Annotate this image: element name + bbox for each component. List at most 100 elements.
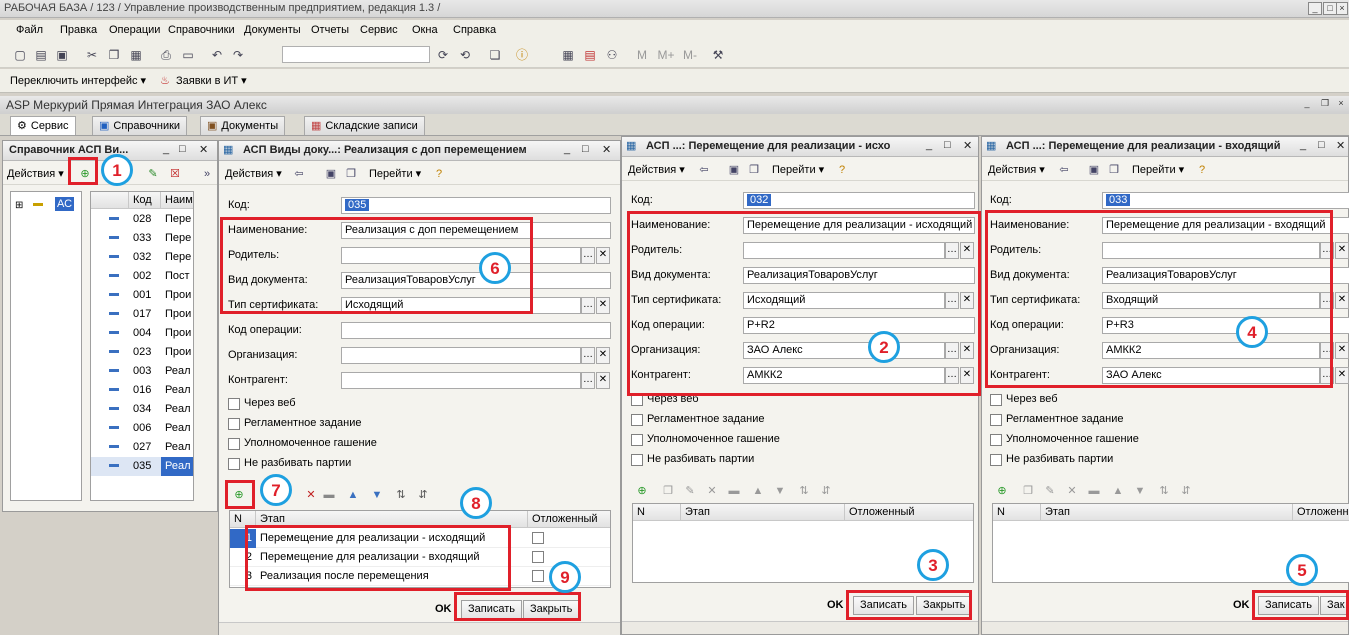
field-code[interactable]: 032: [743, 192, 975, 209]
table-row[interactable]: 028 Пере: [91, 210, 193, 229]
panel2-minimize-icon[interactable]: _: [564, 143, 570, 155]
panel2-actions-button[interactable]: Действия ▾: [225, 167, 282, 180]
panel4-close-icon[interactable]: ✕: [1336, 139, 1345, 152]
sort-asc-icon[interactable]: ⇅: [796, 483, 812, 499]
delete-row-icon[interactable]: ✕: [704, 483, 720, 499]
select-button[interactable]: …: [581, 247, 595, 264]
tab-documents[interactable]: ▣ Документы: [200, 116, 286, 135]
clear-icon[interactable]: ✕: [596, 347, 610, 364]
app-minimize-icon[interactable]: _: [1300, 98, 1314, 111]
delete-row-icon[interactable]: ✕: [1064, 483, 1080, 499]
sort-asc-icon[interactable]: ⇅: [1156, 483, 1172, 499]
copy-row-icon[interactable]: ❐: [1020, 483, 1036, 499]
panel2-goto-button[interactable]: Перейти ▾: [369, 167, 421, 180]
cut-icon[interactable]: ✂: [84, 47, 100, 63]
select-button[interactable]: …: [1320, 242, 1334, 259]
move-up-icon[interactable]: ▲: [750, 483, 766, 499]
panel3-close-button[interactable]: Закрыть: [916, 596, 973, 615]
sort-desc-icon[interactable]: ⇵: [818, 483, 834, 499]
paste-icon[interactable]: ▦: [128, 47, 144, 63]
menu-windows[interactable]: Окна: [412, 24, 438, 36]
new-document-icon[interactable]: ▢: [12, 47, 28, 63]
move-up-icon[interactable]: ▲: [1110, 483, 1126, 499]
field-org[interactable]: АМКК2: [1102, 342, 1320, 359]
delete-icon[interactable]: ☒: [167, 166, 183, 182]
stages-header-deferred[interactable]: Отложенный: [528, 511, 610, 528]
end-edit-icon[interactable]: ▬: [321, 487, 337, 503]
field-parent[interactable]: [743, 242, 945, 259]
end-edit-icon[interactable]: ▬: [726, 483, 742, 499]
field-org[interactable]: ЗАО Алекс: [743, 342, 945, 359]
menu-help[interactable]: Справка: [453, 24, 496, 36]
menu-reports[interactable]: Отчеты: [311, 24, 349, 36]
edit-pencil-icon[interactable]: ✎: [145, 166, 161, 182]
panel2-save-button[interactable]: Записать: [461, 600, 523, 619]
clear-icon[interactable]: ✕: [960, 242, 974, 259]
stages-header-n[interactable]: N: [230, 511, 256, 528]
select-button[interactable]: …: [581, 372, 595, 389]
field-contractor[interactable]: ЗАО Алекс: [1102, 367, 1320, 384]
panel3-maximize-icon[interactable]: □: [944, 139, 951, 151]
menu-documents[interactable]: Документы: [244, 24, 301, 36]
field-parent[interactable]: [1102, 242, 1320, 259]
move-down-icon[interactable]: ▼: [772, 483, 788, 499]
table-row[interactable]: 034 Реал: [91, 400, 193, 419]
select-button[interactable]: …: [1320, 292, 1334, 309]
panel4-actions-button[interactable]: Действия ▾: [988, 163, 1045, 176]
field-code[interactable]: 035: [341, 197, 611, 214]
copy-row-icon[interactable]: ❐: [660, 483, 676, 499]
save-close-icon[interactable]: ⇦: [1056, 162, 1072, 178]
field-cert-type[interactable]: Исходящий: [743, 292, 945, 309]
table-row[interactable]: 1 Перемещение для реализации - исходящий: [230, 529, 610, 548]
sort-desc-icon[interactable]: ⇵: [1178, 483, 1194, 499]
help-icon[interactable]: ?: [1194, 162, 1210, 178]
checkbox[interactable]: [631, 414, 643, 426]
clear-icon[interactable]: ✕: [1335, 242, 1349, 259]
checkbox[interactable]: [228, 438, 240, 450]
select-button[interactable]: …: [581, 297, 595, 314]
field-code[interactable]: 033: [1102, 192, 1349, 209]
stages-header-deferred[interactable]: Отложенный: [1293, 504, 1349, 521]
table-row[interactable]: 001 Прои: [91, 286, 193, 305]
clear-icon[interactable]: ✕: [1335, 292, 1349, 309]
field-contractor[interactable]: АМКК2: [743, 367, 945, 384]
checkbox[interactable]: [228, 398, 240, 410]
grid-header-name[interactable]: Наим: [161, 192, 193, 209]
panel3-close-icon[interactable]: ✕: [963, 139, 972, 152]
move-down-icon[interactable]: ▼: [369, 487, 385, 503]
field-contractor[interactable]: [341, 372, 581, 389]
help-icon[interactable]: ?: [431, 166, 447, 182]
panel3-save-button[interactable]: Записать: [853, 596, 915, 615]
tools-icon[interactable]: ⚒: [710, 47, 726, 63]
field-doc-type[interactable]: РеализацияТоваровУслуг: [743, 267, 975, 284]
save-icon[interactable]: ▣: [323, 166, 339, 182]
deferred-checkbox[interactable]: [532, 570, 544, 582]
field-name[interactable]: Перемещение для реализации - входящий: [1102, 217, 1349, 234]
table-row[interactable]: 003 Реал: [91, 362, 193, 381]
print-icon[interactable]: ⎙: [158, 47, 174, 63]
field-doc-type[interactable]: РеализацияТоваровУслуг: [1102, 267, 1349, 284]
clear-icon[interactable]: ✕: [596, 247, 610, 264]
it-requests-button[interactable]: Заявки в ИТ ▾: [176, 74, 247, 87]
end-edit-icon[interactable]: ▬: [1086, 483, 1102, 499]
panel2-hscroll[interactable]: [219, 622, 620, 635]
field-cert-type[interactable]: Входящий: [1102, 292, 1320, 309]
select-button[interactable]: …: [945, 367, 959, 384]
panel4-ok-button[interactable]: OK: [1233, 599, 1250, 611]
checkbox[interactable]: [228, 458, 240, 470]
panel2-ok-button[interactable]: OK: [435, 603, 452, 615]
panel2-close-icon[interactable]: ✕: [602, 143, 611, 156]
clear-icon[interactable]: ✕: [1335, 367, 1349, 384]
panel1-minimize-icon[interactable]: _: [163, 143, 169, 155]
field-cert-type[interactable]: Исходящий: [341, 297, 581, 314]
redo-icon[interactable]: ↷: [230, 47, 246, 63]
table-row[interactable]: 002 Пост: [91, 267, 193, 286]
panel4-minimize-icon[interactable]: _: [1300, 139, 1306, 151]
panel4-close-button[interactable]: Зак: [1320, 596, 1349, 615]
select-button[interactable]: …: [945, 292, 959, 309]
deferred-checkbox[interactable]: [532, 532, 544, 544]
field-op-code[interactable]: [341, 322, 611, 339]
field-op-code[interactable]: P+R3: [1102, 317, 1349, 334]
field-parent[interactable]: [341, 247, 581, 264]
checkbox[interactable]: [990, 454, 1002, 466]
